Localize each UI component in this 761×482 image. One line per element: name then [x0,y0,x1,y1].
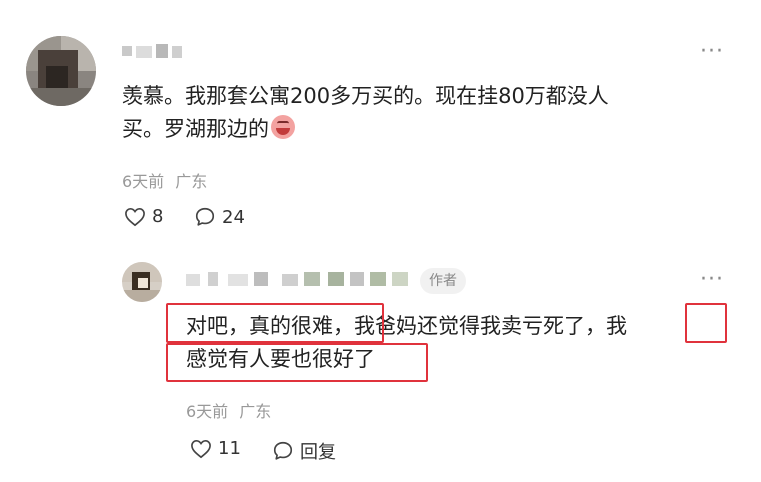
comment-reply-button[interactable]: 24 [194,206,245,228]
avatar-pixel [138,278,148,288]
heart-icon [191,439,211,458]
commenter-avatar[interactable] [26,36,96,106]
comment-text-line2: 买。罗湖那边的 [122,113,609,146]
avatar-pixel [122,290,162,302]
author-badge: 作者 [420,268,466,294]
reply-location: 广东 [239,402,272,421]
comment-text-line1: 羡慕。我那套公寓200多万买的。现在挂80万都没人 [122,84,609,108]
crying-face-icon [271,115,295,139]
comment-bubble-icon [195,207,215,226]
reply-text-plain: 我爸妈还觉得我卖亏死了， [354,314,606,338]
comment-meta: 6天前 广东 [122,168,207,192]
comment-text-line2-body: 买。罗湖那边的 [122,117,269,141]
comment-like-count: 8 [152,206,164,227]
comment-time: 6天前 [122,172,165,191]
avatar-pixel [26,88,96,106]
reply-like-count: 11 [218,438,241,459]
comment-more-icon[interactable]: ··· [700,41,724,63]
reply-like-button[interactable]: 11 [190,438,241,459]
comment-location: 广东 [175,172,208,191]
author-avatar[interactable] [122,262,162,302]
reply-reply-button[interactable]: 回复 [272,438,336,464]
highlight-box-2 [685,303,727,343]
reply-meta: 6天前 广东 [186,398,271,422]
comment-reply-count: 24 [222,206,245,228]
highlight-box-1 [166,303,384,343]
highlight-box-3 [166,343,428,382]
comment-like-button[interactable]: 8 [124,206,163,227]
reply-text-highlight-2a: 我 [606,314,627,338]
reply-time: 6天前 [186,402,229,421]
commenter-name-blurred[interactable] [122,44,182,58]
heart-icon [125,207,145,226]
comment-text: 羡慕。我那套公寓200多万买的。现在挂80万都没人 买。罗湖那边的 [122,80,609,146]
comment-bubble-icon [273,441,293,460]
author-name-blurred[interactable] [186,272,411,286]
reply-reply-label: 回复 [300,442,336,463]
reply-more-icon[interactable]: ··· [700,269,724,291]
